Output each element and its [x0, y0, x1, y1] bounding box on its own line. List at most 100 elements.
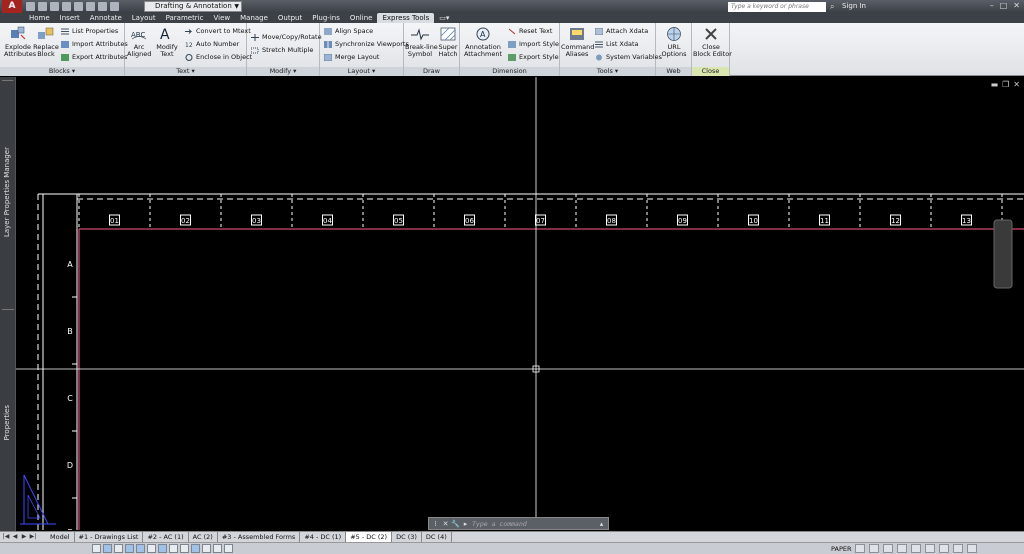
object-snap-icon[interactable]	[136, 544, 145, 553]
auto-scale-icon[interactable]	[883, 544, 893, 553]
reset-text-button[interactable]: Reset Text	[508, 27, 552, 36]
panel-draw-title[interactable]: Draw	[404, 67, 459, 76]
paper-space-toggle[interactable]: PAPER	[831, 543, 852, 554]
search-input[interactable]: Type a keyword or phrase	[728, 2, 826, 12]
tab-layout[interactable]: Layout	[127, 13, 161, 23]
command-input[interactable]: Type a command	[472, 519, 596, 529]
ribbon-minimize-toggle[interactable]: ▭▾	[434, 13, 454, 23]
import-style-button[interactable]: Import Style	[508, 40, 559, 49]
palette-grip[interactable]	[2, 80, 14, 81]
layout-tab-4[interactable]: #3 - Assembled Forms	[218, 532, 301, 542]
recent-commands-icon[interactable]: ▸	[461, 519, 470, 529]
tab-annotate[interactable]: Annotate	[85, 13, 127, 23]
viewport-scale-icon[interactable]	[855, 544, 865, 553]
new-icon[interactable]	[26, 2, 35, 11]
tab-insert[interactable]: Insert	[55, 13, 85, 23]
replace-block-button[interactable]: Replace Block	[33, 26, 59, 58]
workspace-dropdown[interactable]: Drafting & Annotation ▼	[144, 1, 242, 12]
convert-to-mtext-button[interactable]: Convert to Mtext	[185, 27, 251, 36]
auto-number-button[interactable]: 12 Auto Number	[185, 40, 239, 49]
prev-tab-icon[interactable]: ◀	[11, 533, 19, 541]
tab-output[interactable]: Output	[273, 13, 307, 23]
application-menu-button[interactable]: A	[2, 0, 22, 13]
layout-tab-6[interactable]: #5 - DC (2)	[346, 532, 393, 542]
tab-express-tools[interactable]: Express Tools	[377, 13, 435, 23]
tab-view[interactable]: View	[208, 13, 235, 23]
status-menu-icon[interactable]	[953, 544, 963, 553]
snap-mode-icon[interactable]	[92, 544, 101, 553]
command-line-close-icon[interactable]: ✕	[441, 519, 450, 529]
redo-icon[interactable]	[98, 2, 107, 11]
polar-tracking-icon[interactable]	[125, 544, 134, 553]
arc-aligned-button[interactable]: ABC Arc Aligned	[127, 26, 151, 58]
layout-tab-2[interactable]: #2 - AC (1)	[143, 532, 189, 542]
first-tab-icon[interactable]: |◀	[2, 533, 10, 541]
sign-in-button[interactable]: Sign In	[842, 2, 866, 11]
annotation-visibility-icon[interactable]	[869, 544, 879, 553]
open-icon[interactable]	[38, 2, 47, 11]
list-xdata-button[interactable]: List Xdata	[595, 40, 639, 49]
tab-home[interactable]: Home	[24, 13, 55, 23]
attach-xdata-button[interactable]: Attach Xdata	[595, 27, 648, 36]
annotation-attachment-button[interactable]: A Annotation Attachment	[462, 26, 504, 58]
save-as-icon[interactable]	[62, 2, 71, 11]
layout-tab-model[interactable]: Model	[46, 532, 75, 542]
tab-plug-ins[interactable]: Plug-ins	[307, 13, 345, 23]
system-variables-button[interactable]: System Variables	[595, 53, 662, 62]
import-attributes-button[interactable]: Import Attributes	[61, 40, 128, 49]
next-tab-icon[interactable]: ▶	[20, 533, 28, 541]
drawing-area[interactable]: 01 02 03 04 05 06 07 08 09 10 11 12 13 A B C D E ▬ ❐ ✕	[16, 77, 1024, 530]
clean-screen-icon[interactable]	[967, 544, 977, 553]
export-style-button[interactable]: Export Style	[508, 53, 559, 62]
ucs-toggle-icon[interactable]	[169, 544, 178, 553]
lock-icon[interactable]	[911, 544, 921, 553]
workspace-switch-icon[interactable]	[897, 544, 907, 553]
command-line-grip-icon[interactable]: ⁞	[431, 519, 440, 529]
tab-parametric[interactable]: Parametric	[161, 13, 209, 23]
selection-cycling-icon[interactable]	[224, 544, 233, 553]
command-history-icon[interactable]: ▴	[597, 519, 606, 529]
break-line-symbol-button[interactable]: Break-line Symbol	[405, 26, 438, 58]
hardware-acceleration-icon[interactable]	[925, 544, 935, 553]
viewport-close-icon[interactable]: ✕	[1013, 80, 1020, 89]
object-snap-tracking-icon[interactable]	[158, 544, 167, 553]
panel-text-title[interactable]: Text ▾	[125, 67, 246, 76]
stretch-multiple-button[interactable]: Stretch Multiple	[251, 46, 313, 55]
3d-object-snap-icon[interactable]	[147, 544, 156, 553]
align-space-button[interactable]: Align Space	[324, 27, 373, 36]
quick-properties-icon[interactable]	[213, 544, 222, 553]
url-options-button[interactable]: URL Options	[658, 26, 690, 58]
navigation-bar[interactable]	[993, 219, 1013, 289]
ortho-mode-icon[interactable]	[114, 544, 123, 553]
merge-layout-button[interactable]: Merge Layout	[324, 53, 379, 62]
search-icon[interactable]: ⌕	[830, 2, 838, 11]
save-icon[interactable]	[50, 2, 59, 11]
minimize-icon[interactable]: –	[990, 1, 994, 10]
layout-tab-8[interactable]: DC (4)	[422, 532, 452, 542]
viewport-restore-icon[interactable]: ❐	[1002, 80, 1009, 89]
panel-tools-title[interactable]: Tools ▾	[560, 67, 655, 76]
explode-attributes-button[interactable]: Explode Attributes	[4, 26, 36, 58]
plot-icon[interactable]	[110, 2, 119, 11]
dynamic-input-icon[interactable]	[180, 544, 189, 553]
transparency-icon[interactable]	[202, 544, 211, 553]
synchronize-viewports-button[interactable]: Synchronize Viewports	[324, 40, 409, 49]
print-icon[interactable]	[74, 2, 83, 11]
maximize-icon[interactable]: □	[1000, 1, 1008, 10]
layout-tab-1[interactable]: #1 - Drawings List	[75, 532, 144, 542]
panel-web-title[interactable]: Web	[656, 67, 691, 76]
modify-text-button[interactable]: A Modify Text	[153, 26, 181, 58]
close-icon[interactable]: ✕	[1013, 1, 1020, 10]
panel-modify-title[interactable]: Modify ▾	[247, 67, 319, 76]
command-aliases-button[interactable]: Command Aliases	[561, 26, 594, 58]
layout-tab-5[interactable]: #4 - DC (1)	[300, 532, 347, 542]
viewport-minimize-icon[interactable]: ▬	[991, 80, 999, 89]
undo-icon[interactable]	[86, 2, 95, 11]
isolate-objects-icon[interactable]	[939, 544, 949, 553]
panel-blocks-title[interactable]: Blocks ▾	[0, 67, 124, 76]
enclose-in-object-button[interactable]: Enclose in Object	[185, 53, 252, 62]
panel-dimension-title[interactable]: Dimension	[460, 67, 559, 76]
super-hatch-button[interactable]: Super Hatch	[437, 26, 459, 58]
layout-tab-7[interactable]: DC (3)	[392, 532, 422, 542]
layout-tab-3[interactable]: AC (2)	[189, 532, 218, 542]
